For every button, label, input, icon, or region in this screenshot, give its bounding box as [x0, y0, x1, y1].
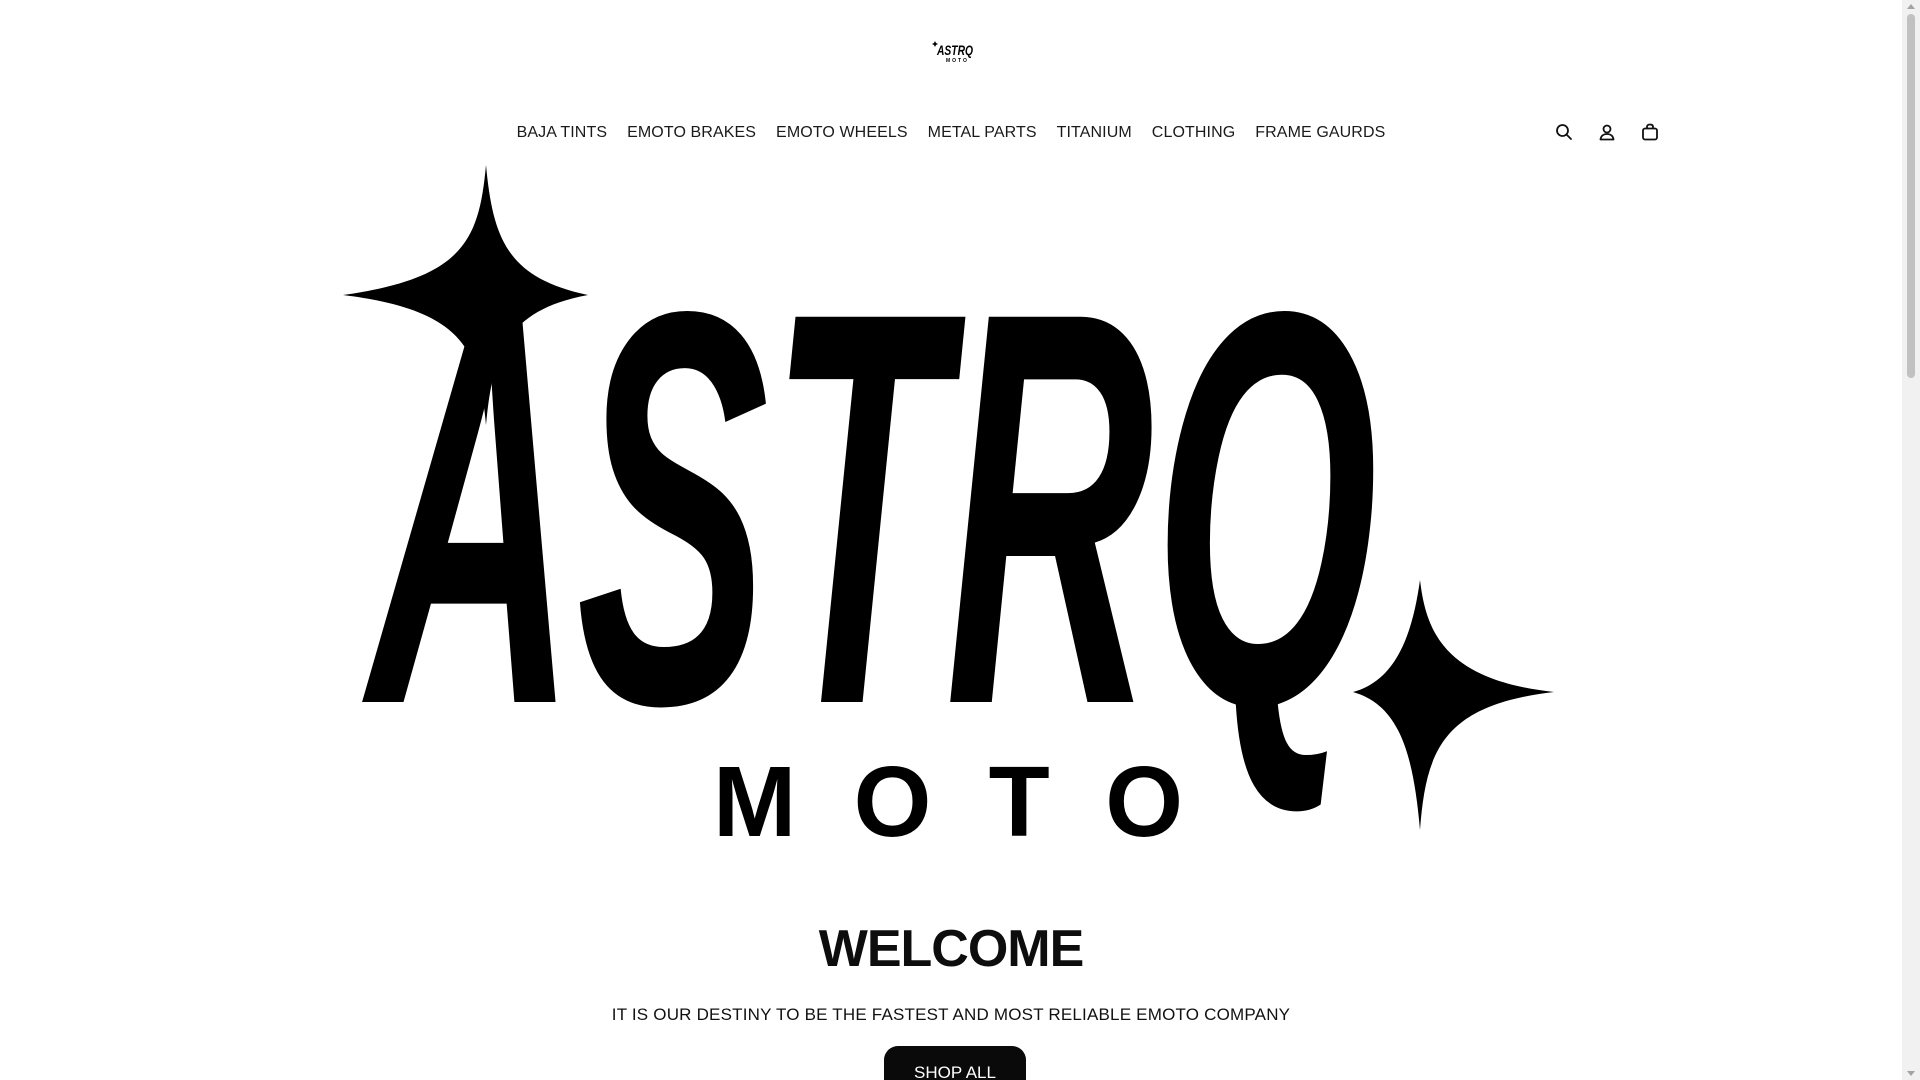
nav-item-baja-tints[interactable]: BAJA TINTS	[517, 122, 608, 144]
svg-text:ASTRQ: ASTRQ	[359, 195, 1378, 821]
nav-item-metal-parts[interactable]: METAL PARTS	[928, 122, 1037, 144]
astrq-moto-logo-image: ASTRQ MOTO	[343, 165, 1554, 840]
nav-item-frame-gaurds[interactable]: FRAME GAURDS	[1255, 122, 1385, 144]
svg-text:MOTO: MOTO	[946, 58, 969, 64]
nav-item-emoto-brakes[interactable]: EMOTO BRAKES	[627, 122, 756, 144]
account-icon[interactable]	[1596, 121, 1618, 143]
welcome-heading: WELCOME	[818, 920, 1085, 978]
nav-item-clothing[interactable]: CLOTHING	[1152, 122, 1235, 144]
scrollbar-thumb[interactable]	[1907, 14, 1915, 378]
page-scrollbar[interactable]	[1902, 0, 1920, 1080]
welcome-subtitle: IT IS OUR DESTINY TO BE THE FASTEST AND …	[611, 1005, 1291, 1024]
page: ASTRQ MOTO BAJA TINTS EMOTO BRAKES EMOTO…	[0, 0, 1902, 1080]
hero-logo: ASTRQ MOTO	[343, 160, 1563, 840]
header-icons	[1553, 121, 1661, 143]
shop-all-button[interactable]: SHOP ALL	[884, 1046, 1026, 1080]
search-icon[interactable]	[1553, 121, 1575, 143]
cart-icon[interactable]	[1639, 121, 1661, 143]
scroll-up-arrow-icon[interactable]	[1907, 4, 1915, 9]
scroll-down-arrow-icon[interactable]	[1907, 1071, 1915, 1076]
svg-text:ASTRQ: ASTRQ	[936, 42, 973, 58]
site-header: ASTRQ MOTO BAJA TINTS EMOTO BRAKES EMOTO…	[0, 0, 1902, 165]
browser-viewport: ASTRQ MOTO BAJA TINTS EMOTO BRAKES EMOTO…	[0, 0, 1920, 1080]
nav-item-emoto-wheels[interactable]: EMOTO WHEELS	[776, 122, 908, 144]
header-logo[interactable]: ASTRQ MOTO	[931, 38, 977, 64]
nav-item-titanium[interactable]: TITANIUM	[1057, 122, 1132, 144]
